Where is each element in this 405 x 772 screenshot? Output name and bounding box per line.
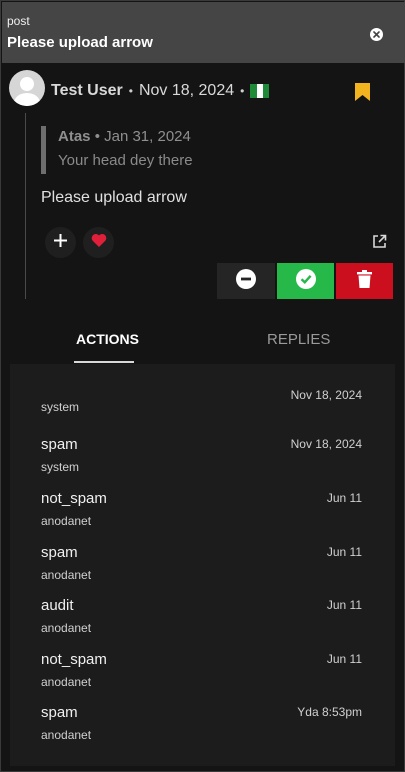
action-actor: system bbox=[41, 460, 80, 474]
action-time: Jun 11 bbox=[326, 652, 362, 666]
list-item: not_spam anodanet Jun 11 bbox=[10, 488, 395, 542]
check-circle-icon bbox=[295, 268, 316, 294]
separator-dot: • bbox=[240, 84, 245, 98]
avatar[interactable] bbox=[9, 70, 45, 106]
trash-icon bbox=[357, 269, 372, 293]
action-type: audit bbox=[41, 597, 74, 614]
tab-actions[interactable]: ACTIONS bbox=[76, 331, 139, 347]
action-time: Yda 8:53pm bbox=[297, 705, 362, 719]
list-item: spam system Nov 18, 2024 bbox=[10, 434, 395, 488]
post-meta: Test User • Nov 18, 2024 • bbox=[51, 82, 270, 100]
close-icon[interactable] bbox=[370, 28, 383, 41]
action-type: not_spam bbox=[41, 651, 107, 668]
action-actor: system bbox=[41, 400, 80, 414]
action-time: Jun 11 bbox=[326, 491, 362, 505]
separator-dot: • bbox=[128, 84, 133, 98]
heart-reaction-button[interactable] bbox=[83, 227, 114, 258]
quote-bar bbox=[41, 126, 46, 174]
delete-button[interactable] bbox=[336, 263, 393, 299]
nigeria-flag-icon bbox=[250, 84, 270, 98]
author-name[interactable]: Test User bbox=[51, 82, 123, 100]
list-item: audit anodanet Jun 11 bbox=[10, 595, 395, 649]
list-item: system Nov 18, 2024 bbox=[10, 379, 395, 433]
list-item: spam anodanet Yda 8:53pm bbox=[10, 702, 395, 756]
list-item: spam anodanet Jun 11 bbox=[10, 542, 395, 596]
quote-meta: Atas • Jan 31, 2024 bbox=[58, 128, 191, 145]
quote-date: Jan 31, 2024 bbox=[104, 128, 191, 145]
panel-title: Please upload arrow bbox=[7, 34, 153, 51]
action-type: spam bbox=[41, 704, 78, 721]
action-time: Nov 18, 2024 bbox=[290, 437, 362, 451]
action-type: spam bbox=[41, 436, 78, 453]
add-reaction-button[interactable] bbox=[45, 227, 76, 258]
item-kind-label: post bbox=[7, 14, 30, 28]
action-time: Jun 11 bbox=[326, 545, 362, 559]
post-panel: post Please upload arrow Test User • Nov… bbox=[0, 0, 405, 772]
plus-icon bbox=[53, 233, 68, 253]
actions-list: system Nov 18, 2024 spam system Nov 18, … bbox=[10, 364, 395, 766]
post-date: Nov 18, 2024 bbox=[138, 82, 235, 99]
list-item: not_spam anodanet Jun 11 bbox=[10, 649, 395, 703]
external-link-icon[interactable] bbox=[372, 234, 387, 254]
action-type: spam bbox=[41, 544, 78, 561]
post-body: Please upload arrow bbox=[41, 189, 187, 206]
heart-icon bbox=[91, 233, 107, 252]
tab-replies[interactable]: REPLIES bbox=[267, 331, 330, 348]
action-actor: anodanet bbox=[41, 675, 92, 689]
thread-line bbox=[25, 113, 26, 299]
remove-button[interactable] bbox=[217, 263, 275, 299]
action-actor: anodanet bbox=[41, 514, 92, 528]
quote-author: Atas bbox=[58, 128, 91, 145]
bookmark-icon[interactable] bbox=[354, 83, 371, 106]
approve-button[interactable] bbox=[277, 263, 334, 299]
action-time: Nov 18, 2024 bbox=[290, 388, 362, 402]
action-time: Jun 11 bbox=[326, 598, 362, 612]
active-tab-indicator bbox=[74, 361, 134, 363]
minus-circle-icon bbox=[236, 268, 256, 294]
action-type: not_spam bbox=[41, 490, 107, 507]
action-actor: anodanet bbox=[41, 568, 92, 582]
action-actor: anodanet bbox=[41, 621, 92, 635]
separator-dot: • bbox=[94, 128, 105, 145]
action-actor: anodanet bbox=[41, 728, 92, 742]
panel-header: post Please upload arrow bbox=[2, 2, 405, 63]
quote-text: Your head dey there bbox=[58, 152, 193, 169]
